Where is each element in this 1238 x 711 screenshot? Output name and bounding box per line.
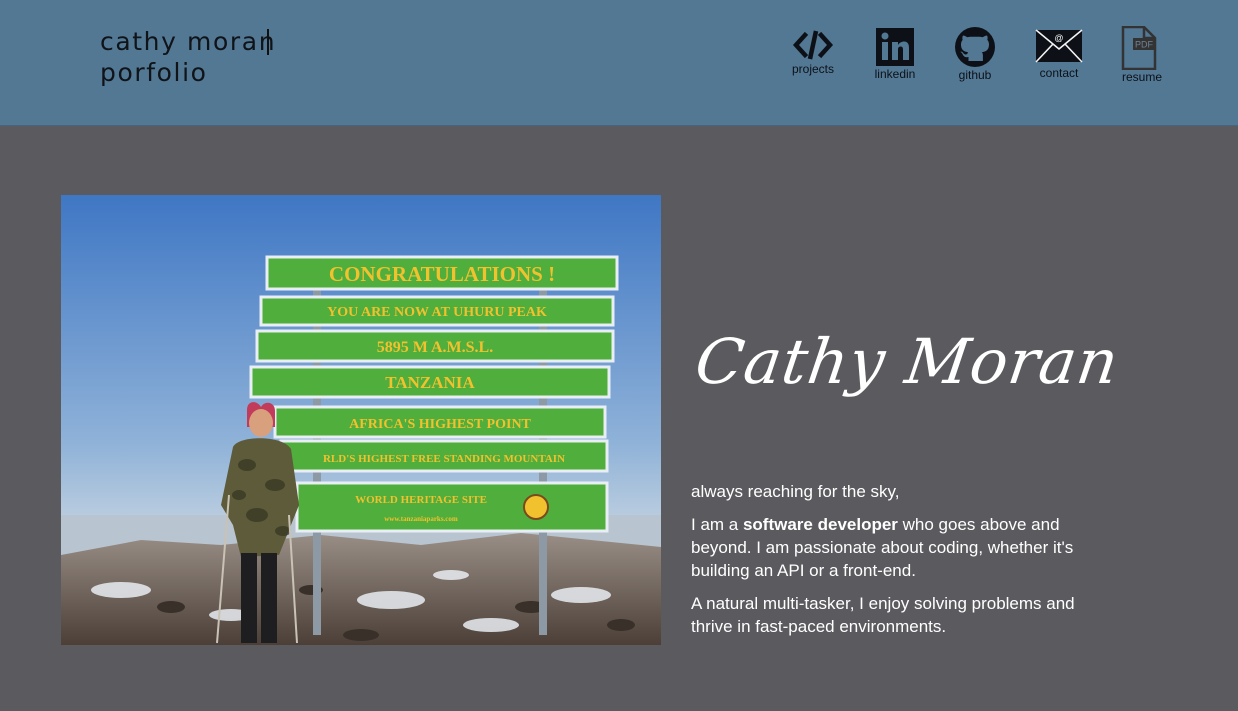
nav-projects[interactable]: projects xyxy=(789,26,837,76)
hero-name: Cathy Moran xyxy=(691,325,1124,398)
bio-section: always reaching for the sky, I am a soft… xyxy=(691,480,1111,648)
nav-projects-label: projects xyxy=(791,62,835,76)
bio-tagline: always reaching for the sky, xyxy=(691,482,900,501)
sign-line-3: 5895 M A.M.S.L. xyxy=(377,339,493,356)
top-nav: projects linkedin github @ contact PDF r… xyxy=(0,26,1238,96)
bio-paragraph-2: A natural multi-tasker, I enjoy solving … xyxy=(691,594,1075,636)
nav-contact[interactable]: @ contact xyxy=(1033,26,1085,80)
nav-resume-label: resume xyxy=(1121,70,1162,84)
pdf-icon: PDF xyxy=(1121,26,1157,70)
github-icon xyxy=(955,27,995,67)
site-header: cathy moran porfolio projects linkedin g… xyxy=(0,0,1238,126)
nav-contact-label: contact xyxy=(1039,66,1079,80)
svg-text:@: @ xyxy=(1054,33,1063,43)
sign-line-6: RLD'S HIGHEST FREE STANDING MOUNTAIN xyxy=(323,453,565,465)
nav-linkedin[interactable]: linkedin xyxy=(871,26,919,81)
sign-line-2: YOU ARE NOW AT UHURU PEAK xyxy=(327,305,547,320)
sign-line-1: CONGRATULATIONS ! xyxy=(329,262,555,286)
nav-github-label: github xyxy=(958,68,992,82)
hero-photo: CONGRATULATIONS ! YOU ARE NOW AT UHURU P… xyxy=(61,195,661,645)
sign-line-4: TANZANIA xyxy=(385,373,475,392)
nav-resume[interactable]: PDF resume xyxy=(1118,26,1166,84)
nav-github[interactable]: github xyxy=(951,26,999,82)
svg-text:PDF: PDF xyxy=(1135,40,1154,50)
bio-paragraph-1: I am a software developer who goes above… xyxy=(691,513,1111,582)
bio-1-bold: software developer xyxy=(742,515,898,534)
sign-line-8: www.tanzaniaparks.com xyxy=(384,515,458,523)
nav-linkedin-label: linkedin xyxy=(874,67,916,81)
code-icon xyxy=(792,30,834,60)
linkedin-icon xyxy=(876,28,914,66)
sign-line-5: AFRICA'S HIGHEST POINT xyxy=(349,417,531,432)
summit-photo-illustration: CONGRATULATIONS ! YOU ARE NOW AT UHURU P… xyxy=(61,195,661,645)
sign-line-7: WORLD HERITAGE SITE xyxy=(355,494,487,506)
bio-1-prefix: I am a xyxy=(691,515,743,534)
envelope-icon: @ xyxy=(1035,29,1083,63)
